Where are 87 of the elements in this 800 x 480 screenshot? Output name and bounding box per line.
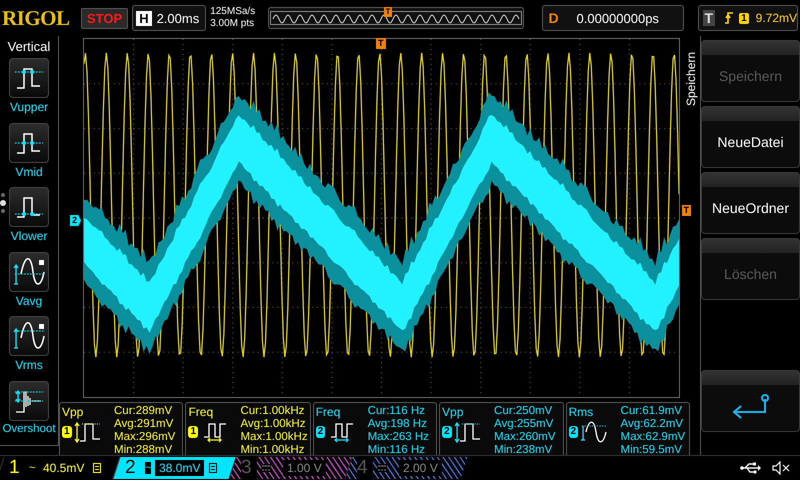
measurement-type-icon bbox=[74, 421, 102, 443]
channel-badge: 1 bbox=[62, 426, 72, 438]
brand-logo: RIGOL bbox=[2, 6, 71, 30]
softkey-button[interactable]: NeueOrdner bbox=[701, 172, 800, 234]
measurement-maximum: Max:263 Hz bbox=[368, 431, 429, 444]
dc-coupling-icon bbox=[261, 464, 271, 472]
measurement-average: Avg:255mV bbox=[494, 418, 554, 431]
channel-badge: 1 bbox=[188, 426, 198, 438]
trigger-source-badge: 1 bbox=[739, 12, 749, 24]
delay-value: 0.00000000ps bbox=[576, 10, 659, 26]
trigger-time-marker[interactable]: T bbox=[376, 38, 386, 49]
delay-label: D bbox=[548, 10, 560, 26]
measurement-type-icon bbox=[454, 421, 482, 443]
measurement-average: Avg:62.2mV bbox=[620, 418, 684, 431]
measurement-current: Cur:61.9mV bbox=[620, 405, 683, 418]
trigger-label: T bbox=[702, 10, 716, 26]
measure-item-button[interactable] bbox=[9, 58, 49, 98]
channel-tab[interactable]: 4 2.00 V bbox=[344, 457, 468, 479]
channel-offset-marker[interactable]: 2 bbox=[70, 215, 82, 226]
rising-edge-icon bbox=[724, 11, 734, 25]
return-button[interactable] bbox=[701, 370, 800, 432]
channel-scale: 2.00 V bbox=[399, 460, 442, 476]
channel-badge: 2 bbox=[568, 426, 578, 438]
measurement-maximum: Max:1.00kHz bbox=[240, 431, 308, 444]
menu-title: Vertical bbox=[8, 39, 50, 54]
measurement-maximum: Max:260mV bbox=[494, 431, 556, 444]
coupling-symbol: ~ bbox=[29, 462, 36, 474]
measure-item-button[interactable] bbox=[9, 187, 49, 227]
channel-scale: 1.00 V bbox=[283, 460, 326, 476]
softkey-button[interactable]: NeueDatei bbox=[701, 106, 800, 168]
measure-item-button[interactable] bbox=[9, 252, 49, 292]
channel-badge: 2 bbox=[316, 426, 326, 438]
measure-item-label: Vupper bbox=[10, 100, 48, 114]
measure-item-button[interactable] bbox=[9, 122, 49, 162]
channel-tab[interactable]: 3 1.00 V bbox=[228, 457, 352, 479]
measure-item-label: Vavg bbox=[16, 294, 42, 308]
measurement-name: Rms bbox=[568, 405, 594, 419]
measure-item-button[interactable] bbox=[9, 316, 49, 356]
measurement-current: Cur:250mV bbox=[494, 405, 554, 418]
channel-number: 4 bbox=[357, 457, 373, 479]
measure-item-label: Overshoot bbox=[2, 422, 56, 434]
trigger-position-marker: T bbox=[384, 7, 392, 17]
measurement-minimum: Min:1.00kHz bbox=[240, 444, 306, 457]
measurement-average: Avg:291mV bbox=[114, 418, 174, 431]
channel-scale: 38.0mV bbox=[155, 460, 205, 476]
measurement-current: Cur:116 Hz bbox=[368, 405, 426, 418]
measurement-minimum: Min:238mV bbox=[494, 444, 554, 457]
measure-item-label: Vrms bbox=[15, 358, 43, 372]
measurement-maximum: Max:296mV bbox=[114, 431, 176, 444]
measure-type-icon bbox=[11, 322, 47, 350]
measurement-maximum: Max:62.9mV bbox=[620, 431, 686, 444]
bandwidth-limit-icon bbox=[92, 463, 101, 473]
channel-scale: 40.5mV bbox=[42, 460, 86, 476]
trigger-level-marker[interactable]: T bbox=[682, 205, 691, 216]
measure-item-button[interactable] bbox=[9, 380, 49, 420]
run-stop-button[interactable]: STOP bbox=[81, 8, 128, 28]
measurement-type-icon bbox=[580, 421, 608, 443]
channel-number: 3 bbox=[241, 457, 257, 479]
measurement-name: Freq bbox=[316, 405, 342, 419]
measurement-average: Avg:198 Hz bbox=[368, 418, 428, 431]
measurement-current: Cur:1.00kHz bbox=[240, 405, 306, 418]
timebase-value: 2.00ms bbox=[156, 10, 200, 26]
measurement-minimum: Min:59.5mV bbox=[620, 444, 683, 457]
measurement-name: Vpp bbox=[442, 405, 464, 419]
measure-item-label: Vlower bbox=[10, 229, 48, 243]
measurement-minimum: Min:288mV bbox=[114, 444, 174, 457]
timebase-label: H bbox=[136, 10, 152, 26]
dc-coupling-icon bbox=[377, 464, 387, 472]
channel-tab[interactable]: 2 ~ 38.0mV bbox=[112, 457, 236, 479]
measurement-name: Freq bbox=[188, 405, 214, 419]
coupling-symbol: ~ bbox=[145, 462, 152, 474]
channel-number: 1 bbox=[9, 457, 21, 479]
measure-type-icon bbox=[11, 258, 47, 286]
channel-badge: 2 bbox=[442, 426, 452, 438]
memory-depth: 3.00M pts bbox=[210, 18, 256, 30]
sample-rate: 125MSa/s bbox=[210, 6, 256, 18]
measurement-minimum: Min:116 Hz bbox=[368, 444, 426, 457]
measurement-current: Cur:289mV bbox=[114, 405, 174, 418]
trigger-level-value: 9.72mV bbox=[756, 11, 797, 25]
menu-title: Speichern bbox=[684, 50, 699, 108]
measure-item-label: Vmid bbox=[15, 164, 43, 178]
measurement-name: Vpp bbox=[62, 405, 84, 419]
bandwidth-limit-icon bbox=[208, 463, 217, 473]
measurement-average: Avg:1.00kHz bbox=[240, 418, 306, 431]
channel-number: 2 bbox=[125, 457, 137, 479]
mute-icon bbox=[772, 461, 790, 475]
usb-icon bbox=[740, 462, 762, 474]
